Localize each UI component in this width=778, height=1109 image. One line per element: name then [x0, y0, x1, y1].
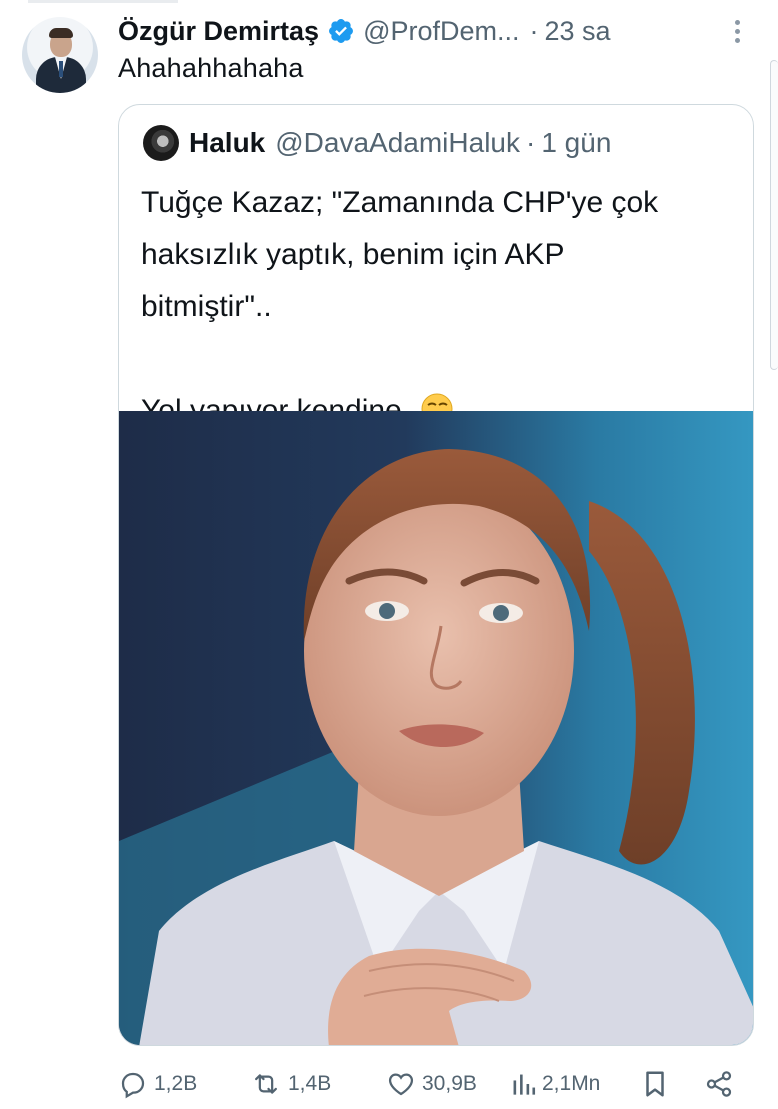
top-divider	[28, 0, 178, 3]
quoted-tweet-time: 1 gün	[541, 127, 612, 158]
share-button[interactable]	[704, 1064, 734, 1104]
quoted-author-avatar	[143, 125, 179, 161]
author-avatar[interactable]	[22, 17, 98, 93]
verified-badge-icon	[327, 17, 355, 45]
bookmark-icon	[646, 1071, 664, 1097]
like-count: 30,9B	[422, 1072, 477, 1095]
quoted-tweet-photo[interactable]	[119, 411, 753, 1045]
quoted-text-line: Tuğçe Kazaz; "Zamanında CHP'ye çok	[141, 186, 659, 219]
views-count: 2,1Mn	[542, 1072, 601, 1095]
reply-icon	[121, 1072, 145, 1099]
bookmark-button[interactable]	[642, 1064, 668, 1104]
like-button[interactable]: 30,9B	[386, 1064, 477, 1104]
reply-count: 1,2B	[154, 1072, 198, 1095]
heart-icon	[388, 1073, 414, 1096]
quoted-tweet-header: Haluk @DavaAdamiHaluk · 1 gün	[189, 123, 611, 163]
scrollbar[interactable]	[770, 60, 778, 370]
tweet-time[interactable]: 23 sa	[545, 16, 611, 47]
author-display-name[interactable]: Özgür Demirtaş	[118, 16, 319, 47]
share-icon	[706, 1071, 732, 1097]
quoted-author-handle: @DavaAdamiHaluk	[275, 127, 520, 158]
retweet-button[interactable]: 1,4B	[250, 1064, 331, 1104]
tweet-actions: 1,2B 1,4B 30,9B 2,1Mn	[118, 1064, 748, 1104]
retweet-icon	[255, 1074, 277, 1094]
author-handle[interactable]: @ProfDem...	[363, 16, 519, 47]
quoted-tweet-card[interactable]: Haluk @DavaAdamiHaluk · 1 gün Tuğçe Kaza…	[118, 104, 754, 1046]
quoted-text-line: haksızlık yaptık, benim için AKP	[141, 238, 565, 271]
tweet-text: Ahahahhahaha	[118, 53, 304, 83]
tweet-header: Özgür Demirtaş @ProfDem... · 23 sa	[118, 12, 611, 50]
separator-dot: ·	[529, 15, 539, 46]
quoted-text-line: bitmiştir"..	[141, 290, 272, 323]
separator-dot: ·	[526, 127, 536, 158]
views-chart-icon	[513, 1074, 536, 1095]
quoted-author-display-name: Haluk	[189, 127, 266, 158]
retweet-count: 1,4B	[288, 1072, 332, 1095]
reply-button[interactable]: 1,2B	[118, 1064, 197, 1104]
more-options-icon[interactable]	[732, 20, 742, 46]
quoted-tweet-text: Tuğçe Kazaz; "Zamanında CHP'ye çok haksı…	[141, 177, 741, 437]
views-button[interactable]: 2,1Mn	[510, 1064, 600, 1104]
